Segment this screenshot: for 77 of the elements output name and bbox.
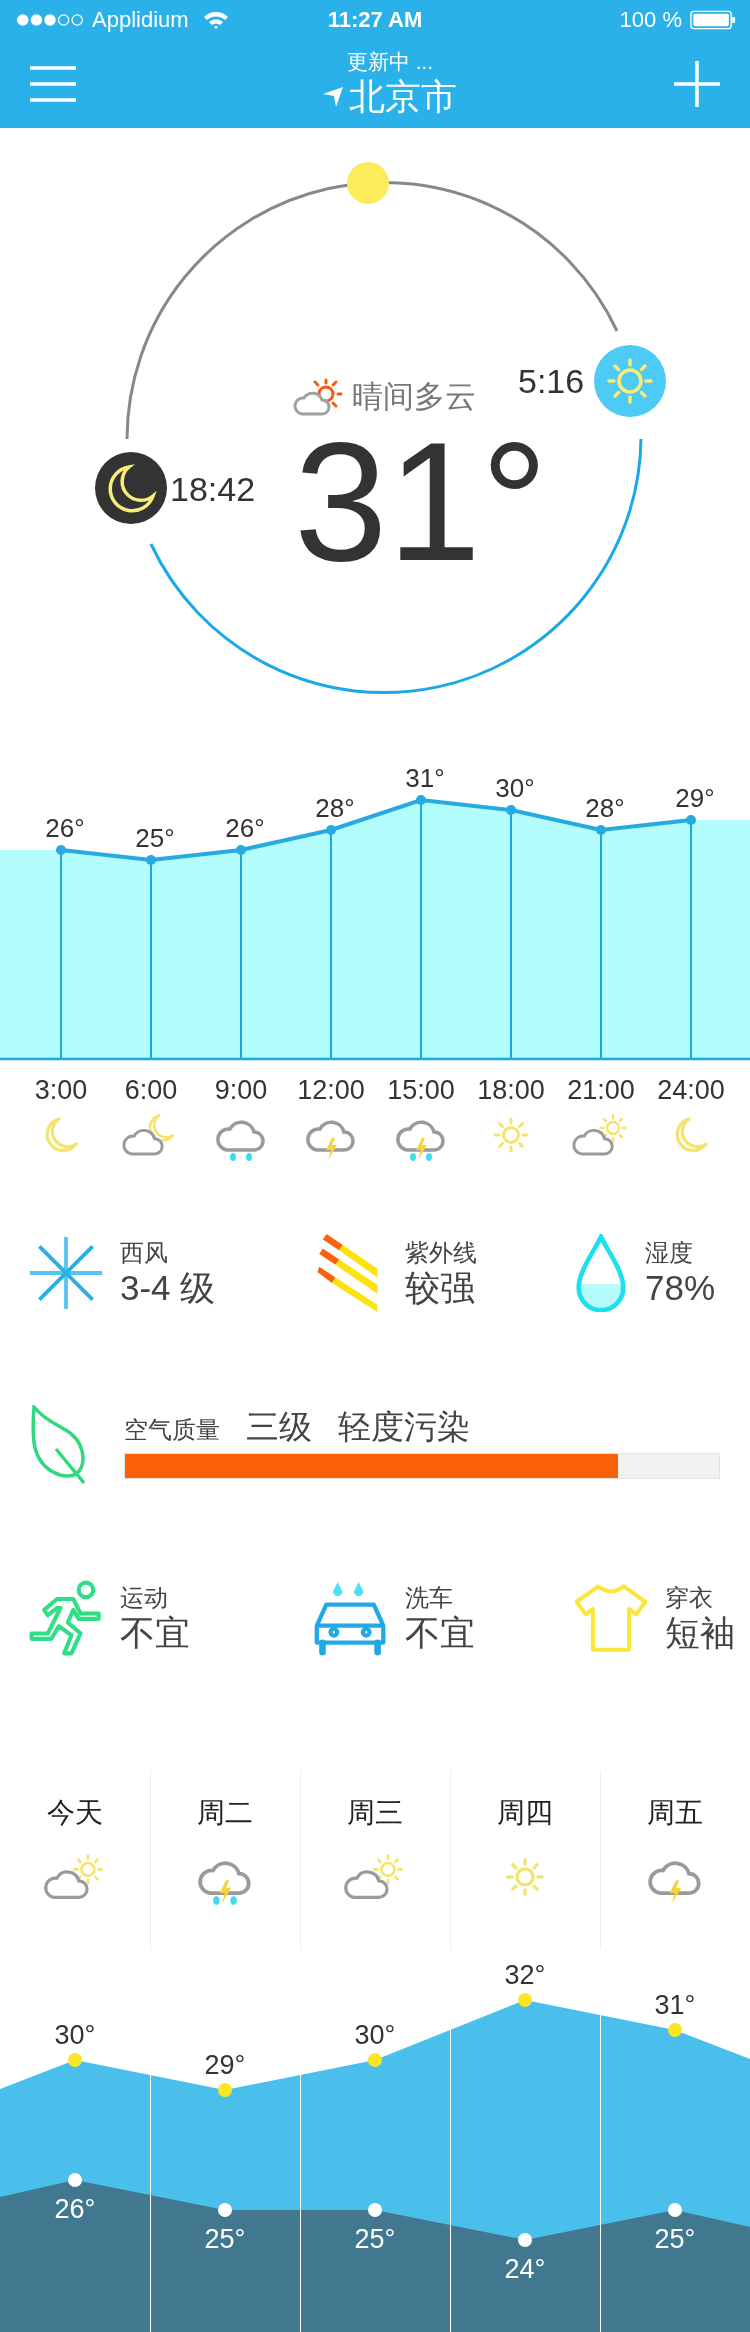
hour-label: 9:00 xyxy=(213,1074,269,1107)
temperature-label: 28° xyxy=(315,793,355,823)
indicator-label: 湿度 xyxy=(645,1237,694,1268)
temperature-label: 30° xyxy=(495,773,535,803)
day-label: 周三 xyxy=(347,1796,403,1830)
wifi-icon xyxy=(202,10,229,30)
weather-condition: 晴间多云 xyxy=(352,378,476,416)
temperature-label: 31° xyxy=(654,1990,696,2020)
temperature-label: 25° xyxy=(654,2224,696,2254)
carrier-name: Applidium xyxy=(92,7,189,33)
hour-label: 6:00 xyxy=(123,1074,179,1107)
sunrise-time: 5:16 xyxy=(518,362,585,401)
running-person-icon xyxy=(28,1578,104,1657)
day-label: 周二 xyxy=(197,1796,253,1830)
hour-label: 15:00 xyxy=(386,1074,456,1107)
leaf-icon xyxy=(30,1405,86,1485)
battery-percent: 100 % xyxy=(619,7,682,33)
sun-icon xyxy=(594,345,666,417)
hour-label: 3:00 xyxy=(33,1074,89,1107)
temperature-label: 26° xyxy=(54,2194,96,2224)
data-point xyxy=(668,2203,682,2217)
advice-label: 运动 xyxy=(120,1582,169,1613)
temperature-label: 28° xyxy=(585,793,625,823)
sunset-time: 18:42 xyxy=(170,470,256,509)
temperature-label: 31° xyxy=(405,763,445,793)
temperature-label: 26° xyxy=(225,813,265,843)
temperature-label: 29° xyxy=(204,2050,246,2080)
indicator-value: 3-4 级 xyxy=(120,1267,216,1308)
data-point xyxy=(218,2083,232,2097)
data-point xyxy=(368,2053,382,2067)
advice-label: 洗车 xyxy=(405,1582,454,1613)
status-time: 11:27 AM xyxy=(327,7,423,33)
location-arrow-icon xyxy=(323,87,343,107)
menu-button[interactable] xyxy=(30,66,76,102)
current-temperature: 31° xyxy=(294,418,549,586)
temperature-label: 29° xyxy=(675,783,715,813)
sun-position-icon xyxy=(347,162,389,204)
temperature-label: 32° xyxy=(504,1960,546,1990)
city-name: 北京市 xyxy=(349,75,457,119)
indicator-label: 紫外线 xyxy=(405,1237,477,1268)
indicator-value: 78% xyxy=(645,1267,716,1308)
data-point xyxy=(68,2173,82,2187)
advice-value: 短袖 xyxy=(665,1612,735,1653)
temperature-label: 24° xyxy=(504,2254,546,2284)
hour-label: 24:00 xyxy=(656,1074,726,1107)
hour-label: 21:00 xyxy=(566,1074,636,1107)
data-point xyxy=(518,1993,532,2007)
advice-value: 不宜 xyxy=(405,1612,475,1653)
hour-label: 12:00 xyxy=(296,1074,366,1107)
temperature-label: 30° xyxy=(354,2020,396,2050)
temperature-label: 25° xyxy=(354,2224,396,2254)
moon-icon xyxy=(95,452,167,524)
battery-icon xyxy=(690,10,736,30)
signal-icon xyxy=(16,13,84,27)
day-label: 周四 xyxy=(497,1796,553,1830)
temperature-label: 30° xyxy=(54,2020,96,2050)
temperature-label: 26° xyxy=(45,813,85,843)
data-point xyxy=(518,2233,532,2247)
indicator-label: 西风 xyxy=(120,1237,169,1268)
data-point xyxy=(668,2023,682,2037)
update-status: 更新中 ... xyxy=(346,49,434,75)
advice-value: 不宜 xyxy=(120,1612,190,1653)
air-quality-grade: 三级 xyxy=(246,1407,312,1447)
hour-label: 18:00 xyxy=(476,1074,546,1107)
water-drop-icon xyxy=(573,1233,629,1312)
air-quality-label: 空气质量 xyxy=(124,1415,220,1445)
air-quality-description: 轻度污染 xyxy=(338,1407,470,1447)
day-label: 周五 xyxy=(647,1796,703,1830)
add-button[interactable] xyxy=(674,61,720,107)
data-point xyxy=(68,2053,82,2067)
temperature-label: 25° xyxy=(135,823,175,853)
advice-label: 穿衣 xyxy=(665,1582,714,1613)
data-point xyxy=(368,2203,382,2217)
indicator-value: 较强 xyxy=(405,1267,476,1308)
day-label: 今天 xyxy=(47,1796,103,1830)
temperature-label: 25° xyxy=(204,2224,246,2254)
data-point xyxy=(218,2203,232,2217)
